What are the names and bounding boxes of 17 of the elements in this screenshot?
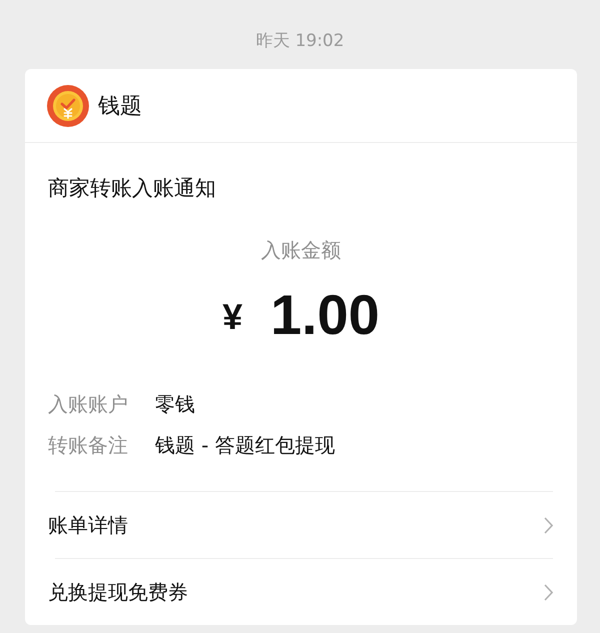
detail-value: 钱题 - 答题红包提现: [155, 432, 335, 458]
link-row[interactable]: 兑换提现免费券: [48, 559, 553, 625]
detail-label: 转账备注: [48, 432, 129, 458]
app-name: 钱题: [98, 92, 142, 120]
amount-label: 入账金额: [261, 237, 341, 264]
detail-value: 零钱: [155, 390, 195, 418]
message-timestamp: 昨天 19:02: [256, 30, 344, 52]
link-label: 账单详情: [48, 512, 128, 538]
coin-logo-icon: [47, 84, 89, 126]
detail-label: 入账账户: [48, 390, 129, 418]
notification-title: 商家转账入账通知: [48, 175, 216, 202]
currency-symbol: ¥: [222, 296, 243, 338]
chevron-right-icon: [544, 516, 553, 534]
amount-value: 1.00: [270, 285, 380, 345]
link-label: 兑换提现免费券: [48, 578, 188, 606]
chevron-right-icon: [544, 584, 553, 600]
link-row[interactable]: 账单详情: [48, 492, 553, 558]
